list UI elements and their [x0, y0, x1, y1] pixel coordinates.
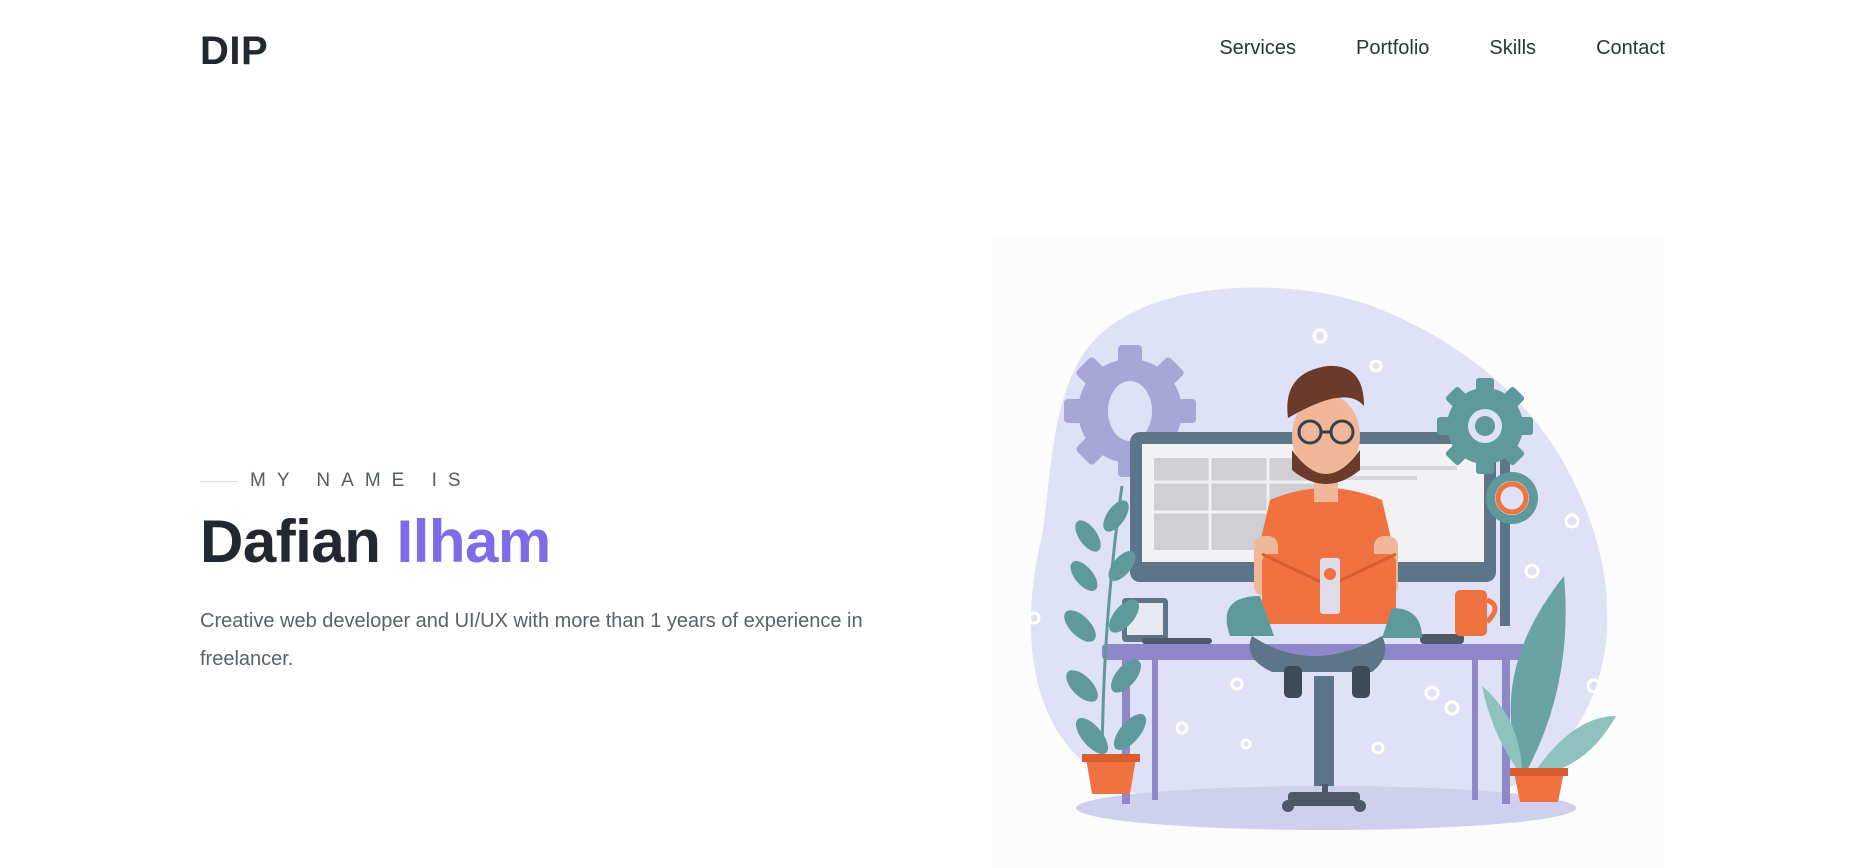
main-nav: Services Portfolio Skills Contact	[1189, 32, 1675, 64]
nav-link-contact[interactable]: Contact	[1566, 32, 1675, 64]
page: DIP Services Portfolio Skills Contact MY…	[0, 0, 1865, 868]
eyebrow: MY NAME IS	[200, 470, 900, 492]
hero-name: Dafian Ilham	[200, 506, 900, 578]
last-name: Ilham	[396, 508, 552, 575]
nav-link-skills[interactable]: Skills	[1459, 32, 1566, 64]
eyebrow-text: MY NAME IS	[250, 470, 472, 491]
hero-intro: MY NAME IS Dafian Ilham Creative web dev…	[200, 470, 900, 678]
logo[interactable]: DIP	[200, 0, 268, 86]
hero-description: Creative web developer and UI/UX with mo…	[200, 610, 863, 670]
nav-link-services[interactable]: Services	[1189, 32, 1326, 64]
nav-link-portfolio[interactable]: Portfolio	[1326, 32, 1459, 64]
eyebrow-divider	[200, 480, 238, 482]
illustration-svg	[1027, 287, 1616, 830]
site-header: DIP Services Portfolio Skills Contact	[200, 20, 1665, 90]
first-name: Dafian	[200, 508, 381, 575]
developer-at-desk-illustration	[992, 236, 1664, 868]
